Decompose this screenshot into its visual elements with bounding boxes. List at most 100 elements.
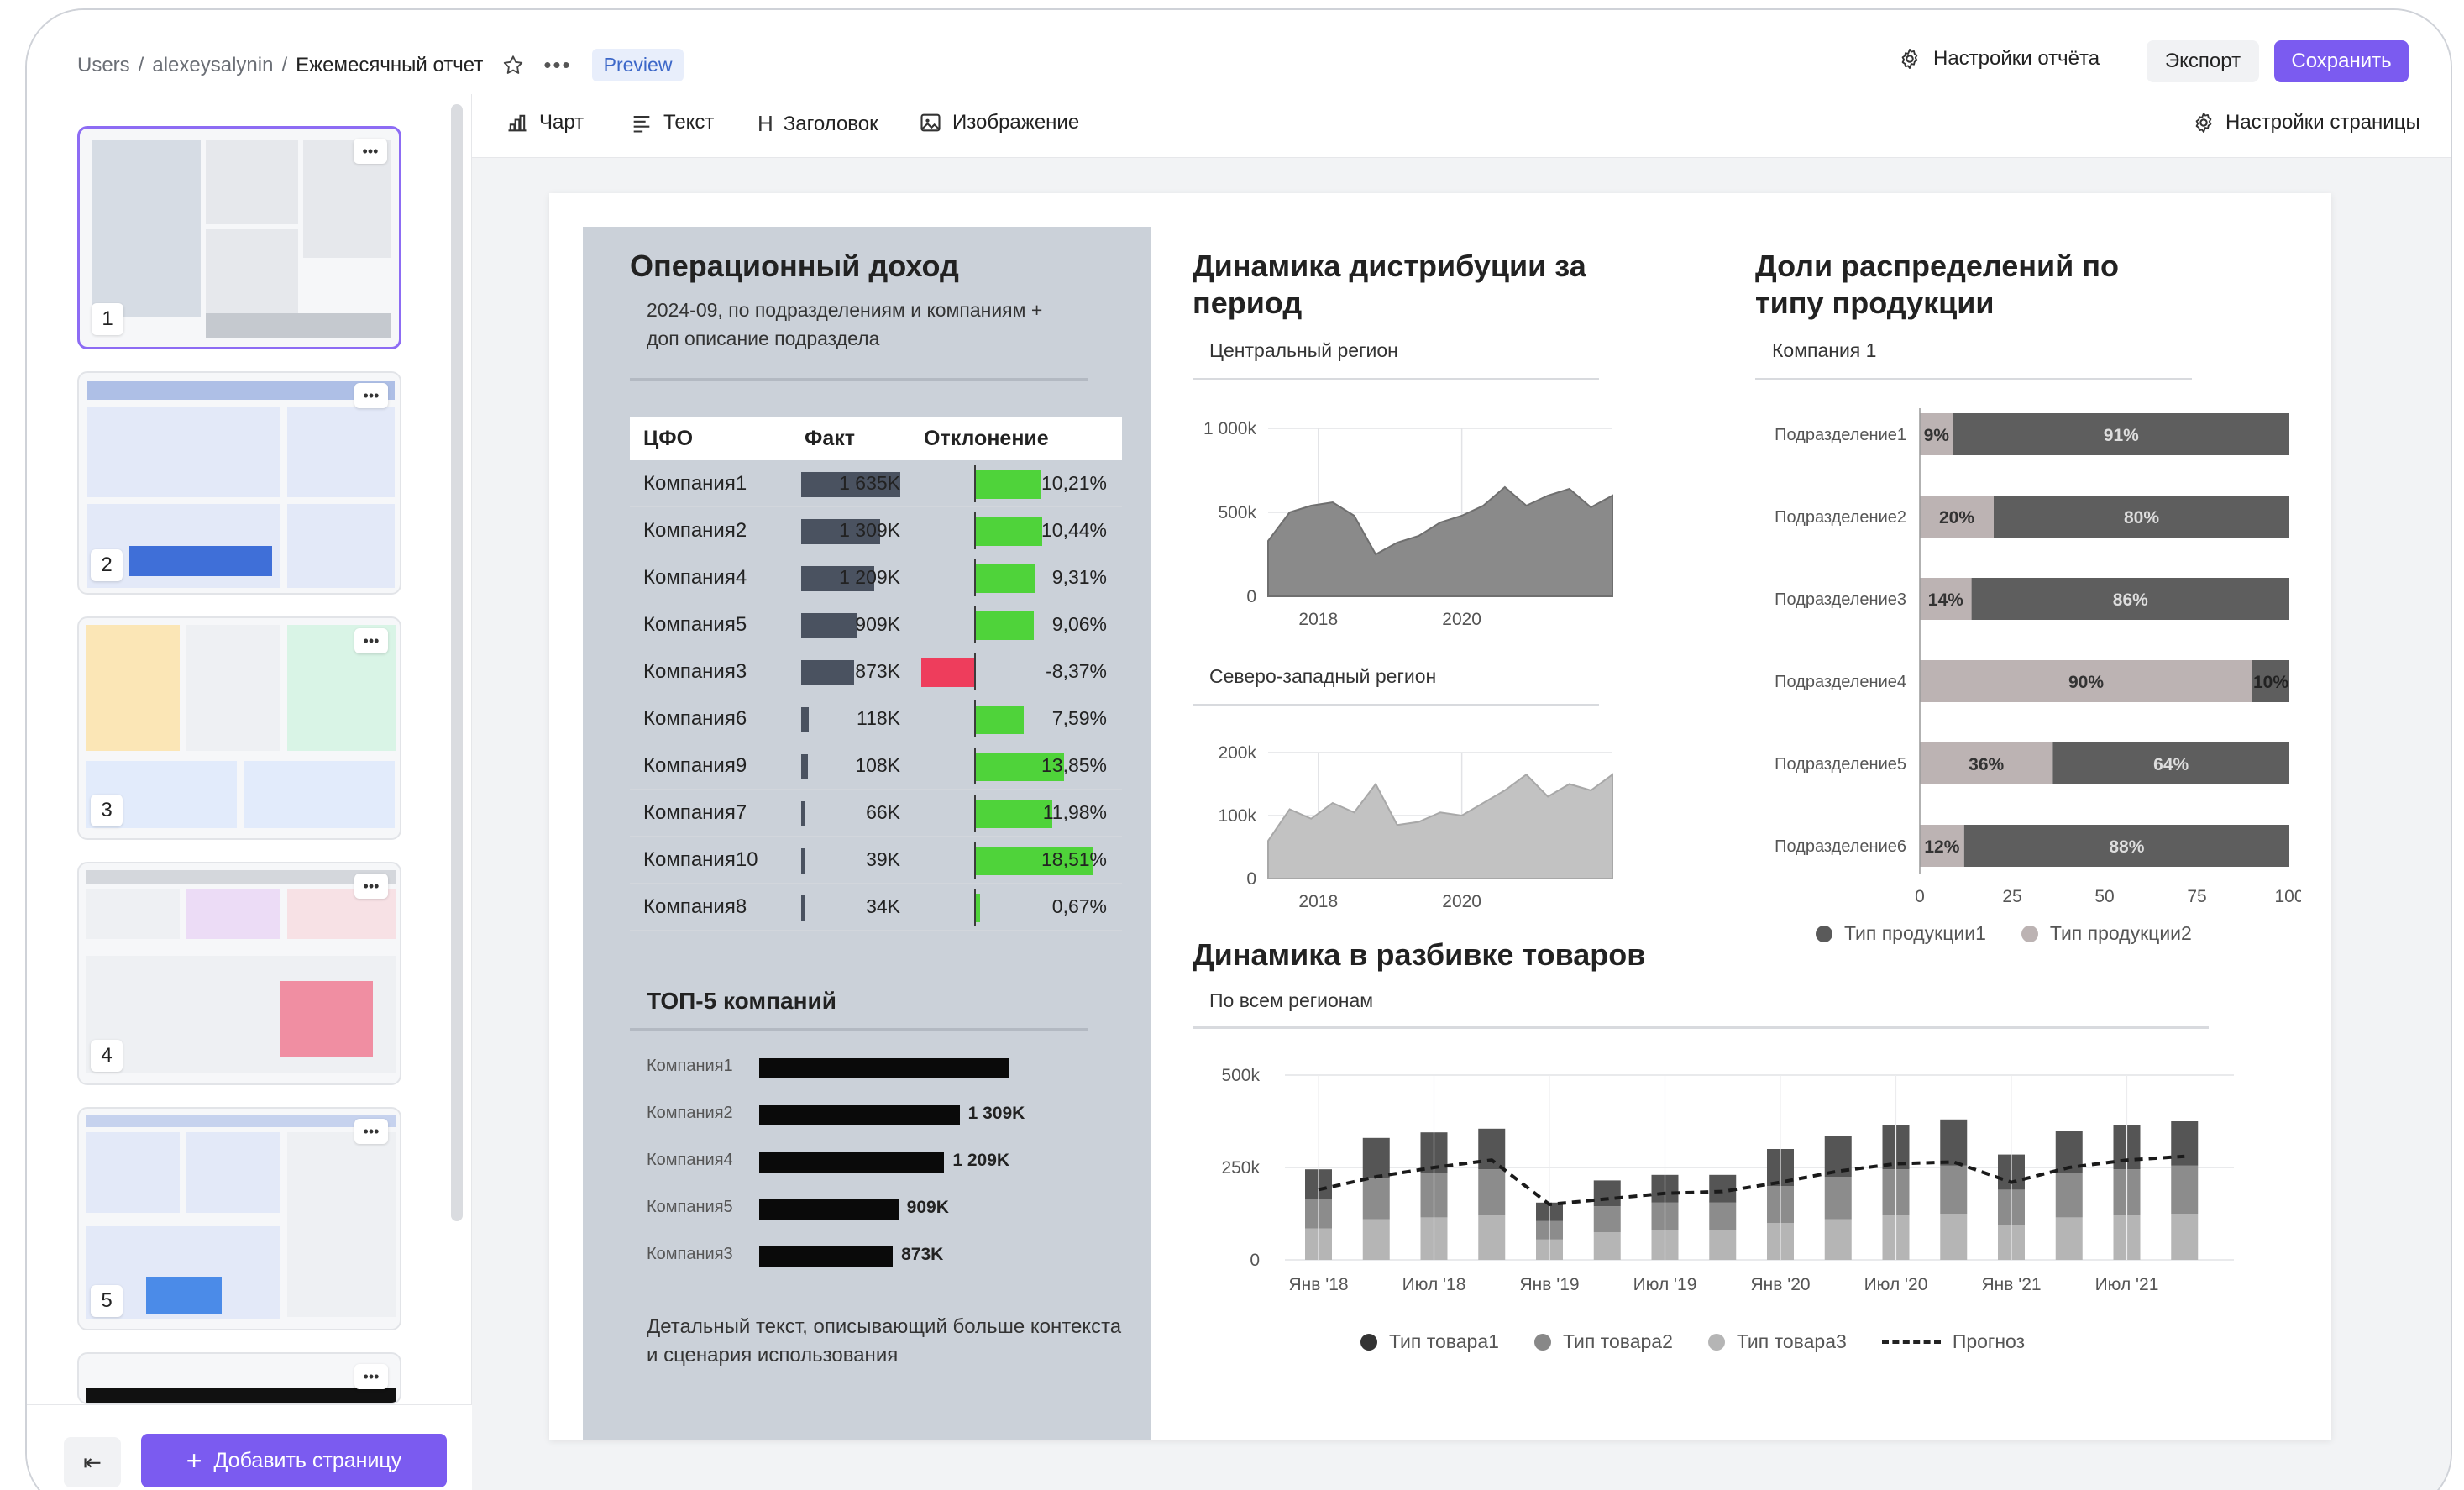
y-tick-label: 100k (1218, 806, 1256, 826)
bar-segment[interactable] (1593, 1206, 1621, 1232)
deviation-cell: 10,21% (909, 460, 1122, 506)
more-options-icon[interactable]: ••• (543, 52, 571, 78)
table-row[interactable]: Компания8 34K 0,67% (630, 884, 1122, 931)
area-series[interactable] (1267, 485, 1613, 597)
more-options-icon[interactable]: ••• (354, 1364, 388, 1389)
deviation-value: 0,67% (1051, 895, 1107, 917)
legend-item[interactable]: Тип товара1 (1360, 1330, 1499, 1353)
bar-segment[interactable] (1940, 1165, 1968, 1214)
top5-bar[interactable] (759, 1105, 960, 1125)
category-label: Подразделение5 (1775, 755, 1906, 774)
company-name-cell: Компания5 (643, 612, 747, 636)
table-row[interactable]: Компания6 118K 7,59% (630, 695, 1122, 742)
bar-segment[interactable] (2171, 1121, 2199, 1166)
top5-value-label: 1 209K (952, 1151, 1010, 1170)
area-series[interactable] (1267, 773, 1613, 879)
bar-value-label: 20% (1939, 508, 1974, 527)
top5-bar[interactable] (759, 1058, 1009, 1078)
more-options-icon[interactable]: ••• (354, 383, 388, 408)
fact-cell: 34K (793, 884, 909, 930)
fact-bar (801, 801, 805, 826)
page-thumbnail-3[interactable]: 3 ••• (77, 616, 401, 840)
bar-value-label: 36% (1969, 755, 2004, 774)
sidebar-scrollbar[interactable] (451, 104, 463, 1221)
table-row[interactable]: Компания7 66K 11,98% (630, 790, 1122, 837)
bar-segment[interactable] (1362, 1137, 1390, 1179)
star-icon[interactable] (501, 54, 525, 77)
bar-segment[interactable] (2171, 1165, 2199, 1214)
column-header-cfo[interactable]: ЦФО (630, 427, 793, 451)
bar-segment[interactable] (1478, 1215, 1506, 1260)
image-icon (920, 113, 941, 132)
bar-segment[interactable] (1593, 1232, 1621, 1260)
more-options-icon[interactable]: ••• (354, 1119, 388, 1144)
table-row[interactable]: Компания5 909K 9,06% (630, 601, 1122, 648)
bar-segment[interactable] (1709, 1230, 1737, 1260)
bar-segment[interactable] (1478, 1128, 1506, 1170)
breadcrumb-users[interactable]: Users (77, 54, 130, 77)
bar-segment[interactable] (2055, 1173, 2083, 1218)
add-image-button[interactable]: Изображение (919, 111, 1079, 134)
more-options-icon[interactable]: ••• (354, 874, 388, 899)
bar-segment[interactable] (2055, 1217, 2083, 1260)
add-page-button[interactable]: + Добавить страницу (141, 1434, 447, 1487)
table-row[interactable]: Компания4 1 209K 9,31% (630, 554, 1122, 601)
bar-segment[interactable] (1824, 1219, 1852, 1260)
export-button[interactable]: Экспорт (2147, 40, 2259, 82)
page-thumbnail-6[interactable]: ••• (77, 1352, 401, 1404)
more-options-icon[interactable]: ••• (354, 139, 387, 164)
legend-item[interactable]: Тип продукции1 (1816, 922, 1986, 945)
top5-bar[interactable] (759, 1199, 899, 1220)
breadcrumb-report: Ежемесячный отчет (296, 53, 484, 76)
column-header-fact[interactable]: Факт (793, 417, 909, 460)
bar-segment[interactable] (1709, 1202, 1737, 1230)
bar-value-label: 64% (2153, 755, 2189, 774)
table-row[interactable]: Компания3 873K -8,37% (630, 648, 1122, 695)
bar-segment[interactable] (1940, 1214, 1968, 1260)
bar-value-label: 9% (1924, 426, 1950, 445)
fact-bar (801, 660, 854, 685)
table-row[interactable]: Компания10 39K 18,51% (630, 837, 1122, 884)
page-thumbnail-5[interactable]: 5 ••• (77, 1107, 401, 1330)
top5-bar[interactable] (759, 1152, 945, 1173)
bar-segment[interactable] (1593, 1180, 1621, 1207)
central-area-chart: 1 000k 500k 0 2018 2020 (1203, 419, 1613, 629)
add-chart-button[interactable]: Чарт (506, 111, 584, 134)
fact-value: 39K (866, 848, 900, 870)
legend-item[interactable]: Тип товара3 (1707, 1330, 1847, 1353)
breadcrumb-separator: / (281, 53, 288, 76)
forecast-line[interactable] (1318, 1154, 2185, 1207)
top5-bar[interactable] (759, 1246, 894, 1267)
bar-segment[interactable] (1362, 1219, 1390, 1260)
legend-item[interactable]: Прогноз (1881, 1330, 2025, 1353)
breadcrumb-user[interactable]: alexeysalynin (152, 54, 273, 77)
table-row[interactable]: Компания2 1 309K 10,44% (630, 507, 1122, 554)
more-options-icon[interactable]: ••• (354, 628, 388, 653)
preview-badge[interactable]: Preview (591, 49, 684, 81)
x-tick-label: 2020 (1442, 610, 1481, 629)
table-row[interactable]: Компания9 108K 13,85% (630, 742, 1122, 790)
report-settings-button[interactable]: Настройки отчёта (1898, 47, 2100, 71)
legend-item[interactable]: Тип товара2 (1533, 1330, 1673, 1353)
bar-segment[interactable] (1940, 1119, 1968, 1166)
fact-value: 118K (856, 707, 900, 729)
bar-segment[interactable] (1824, 1177, 1852, 1220)
y-tick-label: 200k (1218, 743, 1256, 763)
bar-segment[interactable] (2171, 1214, 2199, 1260)
collapse-sidebar-button[interactable]: ⇤ (64, 1437, 121, 1487)
add-text-button[interactable]: Текст (630, 111, 714, 134)
page-thumbnail-2[interactable]: 2 ••• (77, 371, 401, 595)
page-thumbnail-4[interactable]: 4 ••• (77, 862, 401, 1085)
bar-value-label: 86% (2113, 590, 2148, 610)
page-thumbnail-1[interactable]: 1 ••• (77, 126, 401, 349)
save-button[interactable]: Сохранить (2274, 40, 2409, 82)
bar-segment[interactable] (1478, 1169, 1506, 1216)
add-heading-button[interactable]: H Заголовок (758, 111, 878, 137)
column-header-deviation[interactable]: Отклонение (909, 417, 1122, 460)
company-name-cell: Компания6 (643, 706, 747, 730)
table-row[interactable]: Компания1 1 635K 10,21% (630, 460, 1122, 507)
legend-item[interactable]: Тип продукции2 (2021, 922, 2192, 945)
pages-sidebar: 1 ••• 2 ••• 3 ••• 4 ••• 5 ••• ••• ⇤ + До… (27, 94, 472, 1490)
page-settings-button[interactable]: Настройки страницы (2192, 111, 2420, 134)
bar-segment[interactable] (1362, 1178, 1390, 1220)
